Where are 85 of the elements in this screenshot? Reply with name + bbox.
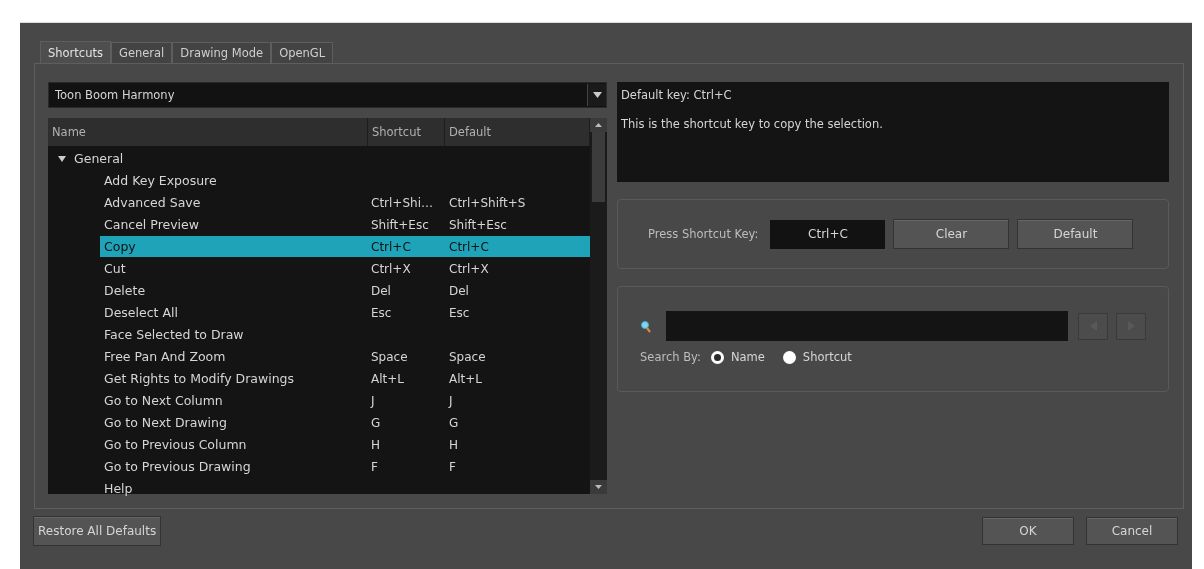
shortcut-cell: Ctrl+Shi… [371, 195, 433, 210]
table-row[interactable]: Face Selected to Draw [100, 324, 590, 345]
shortcut-cell: Alt+L [371, 371, 404, 386]
default-cell: G [449, 415, 459, 430]
name-cell: Get Rights to Modify Drawings [104, 371, 295, 386]
shortcut-cell: J [371, 393, 375, 408]
default-cell: Alt+L [449, 371, 482, 386]
scroll-down-icon[interactable] [595, 485, 602, 489]
default-cell: J [449, 393, 453, 408]
scroll-up-icon[interactable] [595, 123, 602, 127]
search-field[interactable] [666, 311, 1068, 341]
table-row[interactable]: Free Pan And Zoom Space Space [100, 346, 590, 367]
shortcut-button[interactable]: Default [1017, 219, 1134, 249]
name-cell: Cancel Preview [104, 217, 199, 232]
table-row[interactable]: Advanced Save Ctrl+Shi… Ctrl+Shift+S [100, 192, 590, 213]
table-row[interactable]: Help [100, 478, 590, 499]
tab[interactable]: Shortcuts [40, 41, 111, 63]
shortcut-input[interactable]: Ctrl+C [770, 219, 886, 249]
name-cell: Go to Previous Column [104, 437, 247, 452]
dialog-button[interactable]: Cancel [1086, 517, 1178, 545]
table-row[interactable]: Deselect All Esc Esc [100, 302, 590, 323]
tab[interactable]: OpenGL [271, 42, 334, 63]
table-row[interactable]: Cancel Preview Shift+Esc Shift+Esc [100, 214, 590, 235]
name-cell: Go to Next Drawing [104, 415, 227, 430]
shortcut-cell: H [371, 437, 381, 452]
default-cell: Ctrl+X [449, 261, 489, 276]
dialog-button[interactable]: OK [982, 517, 1074, 545]
name-cell: Cut [104, 261, 126, 276]
table-row[interactable]: Go to Next Column J J [100, 390, 590, 411]
name-cell: Advanced Save [104, 195, 201, 210]
name-cell: Delete [104, 283, 146, 298]
search-icon [640, 319, 652, 333]
radio-option[interactable]: Shortcut [782, 350, 852, 364]
shortcut-cell: Ctrl+X [371, 261, 411, 276]
shortcut-cell: Space [371, 349, 408, 364]
name-cell: Help [104, 481, 133, 496]
scrollbar[interactable] [590, 118, 607, 494]
column-header[interactable]: Shortcut [368, 118, 445, 146]
table-row[interactable]: Get Rights to Modify Drawings Alt+L Alt+L [100, 368, 590, 389]
shortcut-cell: Esc [371, 305, 392, 320]
default-cell: Del [449, 283, 469, 298]
scrollbar-thumb[interactable] [592, 132, 605, 202]
name-cell: Add Key Exposure [104, 173, 217, 188]
shortcut-button[interactable]: Clear [893, 219, 1010, 249]
column-header[interactable]: Name [48, 118, 368, 146]
shortcut-cell: G [371, 415, 381, 430]
table-row[interactable]: Go to Previous Column H H [100, 434, 590, 455]
shortcut-cell: F [371, 459, 378, 474]
table-row[interactable]: Go to Previous Drawing F F [100, 456, 590, 477]
default-cell: Ctrl+C [449, 239, 489, 254]
name-cell: Go to Next Column [104, 393, 223, 408]
shortcut-cell: Shift+Esc [371, 217, 429, 232]
table-row[interactable]: Delete Del Del [100, 280, 590, 301]
table-row[interactable]: General [48, 148, 590, 169]
default-key-text: Default key: Ctrl+C [621, 88, 733, 102]
default-cell: Esc [449, 305, 470, 320]
keyset-dropdown[interactable]: Toon Boom Harmony [48, 82, 607, 108]
table-row[interactable]: Add Key Exposure [100, 170, 590, 191]
name-cell: Deselect All [104, 305, 178, 320]
expanded-icon[interactable] [58, 154, 66, 163]
radio-option[interactable]: Name [710, 350, 765, 364]
name-cell: General [74, 151, 124, 166]
shortcut-label: Press Shortcut Key: [648, 227, 759, 241]
default-cell: Shift+Esc [449, 217, 507, 232]
default-cell: H [449, 437, 459, 452]
caret-icon [592, 92, 602, 98]
table-row[interactable]: Copy Ctrl+C Ctrl+C [100, 236, 590, 257]
default-cell: F [449, 459, 456, 474]
shortcut-cell: Ctrl+C [371, 239, 411, 254]
default-cell: Space [449, 349, 486, 364]
restore-defaults-button[interactable]: Restore All Defaults [33, 516, 162, 546]
table-row[interactable]: Cut Ctrl+X Ctrl+X [100, 258, 590, 279]
tab[interactable]: General [111, 42, 173, 63]
description-text: This is the shortcut key to copy the selection. [621, 117, 884, 131]
name-cell: Copy [104, 239, 136, 254]
next-button[interactable] [1116, 312, 1146, 340]
table-row[interactable]: Go to Next Drawing G G [100, 412, 590, 433]
search-by-label: Search By: [640, 350, 701, 364]
previous-button[interactable] [1078, 312, 1108, 340]
name-cell: Free Pan And Zoom [104, 349, 226, 364]
shortcut-cell: Del [371, 283, 391, 298]
default-cell: Ctrl+Shift+S [449, 195, 526, 210]
tab[interactable]: Drawing Mode [172, 42, 272, 63]
name-cell: Face Selected to Draw [104, 327, 244, 342]
name-cell: Go to Previous Drawing [104, 459, 251, 474]
